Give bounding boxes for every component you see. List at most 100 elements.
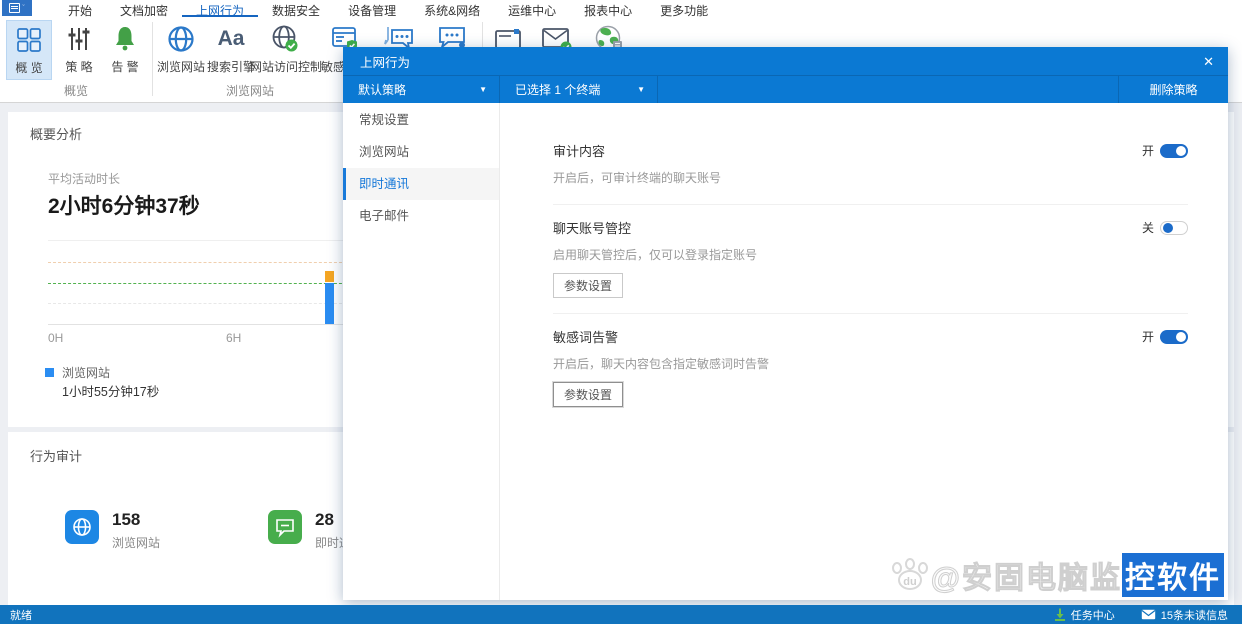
menu-tab-internet-behavior[interactable]: 上网行为 [182, 0, 258, 17]
delete-policy-button[interactable]: 删除策略 [1118, 76, 1228, 103]
caret-down-icon: ▼ [637, 85, 645, 94]
app-window-icon [9, 3, 20, 13]
toolbar-button-label: 浏览网站 [156, 58, 206, 75]
bell-icon [104, 22, 146, 56]
toolbar-button-label: 概 览 [7, 59, 51, 76]
toggle-switch [1160, 144, 1188, 158]
dialog-nav-general-settings[interactable]: 常规设置 [343, 104, 499, 136]
download-icon [1054, 608, 1066, 621]
terminal-dropdown-value: 已选择 1 个终端 [515, 81, 600, 98]
legend-label: 浏览网站 [62, 364, 110, 381]
menu-tab-doc-encryption[interactable]: 文档加密 [106, 0, 182, 17]
chart-bar-other [325, 271, 334, 282]
ribbon-group-label-browse: 浏览网站 [152, 82, 348, 99]
setting-chat-account-control: 聊天账号管控 关 启用聊天管控后，仅可以登录指定账号 参数设置 [553, 218, 1188, 298]
menu-tab-data-security[interactable]: 数据安全 [258, 0, 334, 17]
chart-legend: 浏览网站 [45, 364, 110, 381]
x-axis-tick: 0H [48, 331, 63, 345]
globe-check-icon [250, 22, 320, 56]
toggle-state-label: 开 [1142, 328, 1154, 345]
globe-stat-icon [65, 510, 99, 544]
dialog-nav-browse-website[interactable]: 浏览网站 [343, 136, 499, 168]
statusbar: 就绪 任务中心 15条未读信息 [0, 605, 1242, 624]
dialog-action-bar: 默认策略 ▼ 已选择 1 个终端 ▼ 删除策略 [343, 75, 1228, 103]
dialog-nav-email[interactable]: 电子邮件 [343, 200, 499, 232]
menu-tab-device-management[interactable]: 设备管理 [334, 0, 410, 17]
param-settings-button[interactable]: 参数设置 [553, 382, 623, 407]
dialog-sidebar: 常规设置 浏览网站 即时通讯 电子邮件 [343, 103, 500, 600]
stat-value: 158 [112, 510, 160, 530]
grid-icon [7, 23, 51, 57]
menu-tab-more-features[interactable]: 更多功能 [646, 0, 722, 17]
globe-icon [156, 22, 206, 56]
legend-value: 1小时55分钟17秒 [62, 381, 159, 400]
dialog-content: 审计内容 开 开启后，可审计终端的聊天账号 聊天账号管控 关 [500, 103, 1228, 600]
paw-icon: du [889, 558, 931, 592]
dialog-nav-instant-messaging[interactable]: 即时通讯 [343, 168, 499, 200]
chat-account-control-toggle[interactable]: 关 [1142, 219, 1188, 236]
toolbar-button-label: 搜索引擎 [206, 58, 256, 75]
toolbar-button-browse-site[interactable]: 浏览网站 [156, 20, 206, 80]
chart-bar-browse [325, 283, 334, 325]
close-icon[interactable]: ✕ [1203, 55, 1214, 68]
caret-down-icon: ▼ [479, 85, 487, 94]
setting-title: 审计内容 [553, 141, 605, 160]
setting-sensitive-word-alert: 敏感词告警 开 开启后，聊天内容包含指定敏感词时告警 参数设置 [553, 327, 1188, 407]
toolbar-button-label: 策 略 [58, 58, 100, 75]
policy-dropdown-value: 默认策略 [358, 81, 406, 98]
ribbon-group-label-overview: 概览 [0, 82, 152, 99]
search-engine-aa-icon: Aa [206, 22, 256, 56]
audit-content-toggle[interactable]: 开 [1142, 142, 1188, 159]
panel-title: 行为审计 [30, 446, 82, 465]
panel-title: 概要分析 [30, 124, 82, 143]
avg-activity-label: 平均活动时长 [48, 170, 120, 187]
toolbar-button-search-engine[interactable]: Aa 搜索引擎 [206, 20, 256, 80]
chevron-down-icon: ˇ [22, 5, 24, 12]
toggle-state-label: 开 [1142, 142, 1154, 159]
toggle-switch [1160, 221, 1188, 235]
legend-swatch [45, 368, 54, 377]
task-center-label: 任务中心 [1071, 607, 1115, 623]
unread-messages-label: 15条未读信息 [1161, 607, 1228, 623]
dialog-title: 上网行为 [360, 52, 410, 71]
watermark-highlight-text: 控软件 [1122, 553, 1224, 597]
param-settings-button[interactable]: 参数设置 [553, 273, 623, 298]
menu-tab-report-center[interactable]: 报表中心 [570, 0, 646, 17]
setting-audit-content: 审计内容 开 开启后，可审计终端的聊天账号 [553, 141, 1188, 186]
toggle-switch [1160, 330, 1188, 344]
menubar: ˇ 开始 文档加密 上网行为 数据安全 设备管理 系统&网络 运维中心 报表中心… [0, 0, 1242, 17]
toggle-state-label: 关 [1142, 219, 1154, 236]
toolbar-button-policy[interactable]: 策 略 [58, 20, 100, 80]
chat-stat-icon [268, 510, 302, 544]
x-axis-tick: 6H [226, 331, 241, 345]
svg-text:du: du [903, 576, 916, 588]
task-center-button[interactable]: 任务中心 [1054, 607, 1115, 623]
toolbar-button-overview[interactable]: 概 览 [6, 20, 52, 80]
menu-tab-ops-center[interactable]: 运维中心 [494, 0, 570, 17]
avg-activity-value: 2小时6分钟37秒 [48, 190, 200, 220]
dialog-titlebar: 上网行为 ✕ [343, 47, 1228, 75]
status-ready-text: 就绪 [0, 607, 32, 623]
menu-tab-system-network[interactable]: 系统&网络 [410, 0, 494, 17]
setting-description: 启用聊天管控后，仅可以登录指定账号 [553, 246, 1188, 263]
dialog-body: 常规设置 浏览网站 即时通讯 电子邮件 审计内容 开 开启后，可审计终端的聊天账… [343, 103, 1228, 600]
setting-title: 敏感词告警 [553, 327, 618, 346]
stat-browse-website: 158 浏览网站 [65, 510, 160, 551]
sliders-icon [58, 22, 100, 56]
unread-messages-button[interactable]: 15条未读信息 [1141, 607, 1228, 623]
divider [553, 313, 1188, 314]
mail-icon [1141, 609, 1156, 620]
menu-tab-start[interactable]: 开始 [54, 0, 106, 17]
toolbar-button-label: 网站访问控制 [250, 58, 320, 75]
toolbar-button-site-access-control[interactable]: 网站访问控制 [250, 20, 320, 80]
app-menu-button[interactable]: ˇ [2, 0, 32, 16]
internet-behavior-dialog: 上网行为 ✕ 默认策略 ▼ 已选择 1 个终端 ▼ 删除策略 常规设置 浏览网站… [343, 47, 1228, 600]
stat-label: 浏览网站 [112, 534, 160, 551]
setting-title: 聊天账号管控 [553, 218, 631, 237]
terminal-dropdown[interactable]: 已选择 1 个终端 ▼ [500, 76, 658, 103]
setting-description: 开启后，可审计终端的聊天账号 [553, 169, 1188, 186]
sensitive-word-alert-toggle[interactable]: 开 [1142, 328, 1188, 345]
watermark-text: @安固电脑监 [931, 553, 1122, 597]
policy-dropdown[interactable]: 默认策略 ▼ [343, 76, 500, 103]
toolbar-button-alert[interactable]: 告 警 [104, 20, 146, 80]
